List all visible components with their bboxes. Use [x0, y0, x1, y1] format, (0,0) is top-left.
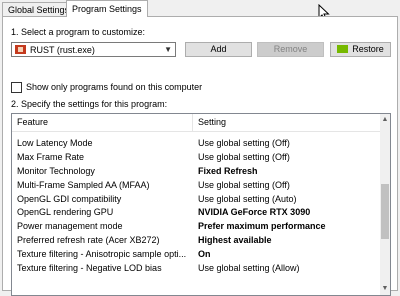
scrollbar-thumb[interactable]: [381, 184, 389, 239]
feature-cell: Multi-Frame Sampled AA (MFAA): [17, 179, 150, 190]
settings-rows: Low Latency Mode Use global setting (Off…: [12, 136, 382, 275]
feature-column-header[interactable]: Feature: [12, 114, 193, 131]
table-row[interactable]: OpenGL GDI compatibility Use global sett…: [12, 192, 382, 206]
table-row[interactable]: OpenGL rendering GPU NVIDIA GeForce RTX …: [12, 205, 382, 219]
show-only-found-checkbox[interactable]: [11, 82, 22, 93]
program-settings-panel: 1. Select a program to customize: RUST (…: [2, 16, 398, 296]
chevron-down-icon[interactable]: ▼: [164, 44, 172, 56]
program-select-value: RUST (rust.exe): [30, 45, 95, 55]
table-row[interactable]: Power management mode Prefer maximum per…: [12, 219, 382, 233]
table-row[interactable]: Texture filtering - Anisotropic sample o…: [12, 247, 382, 261]
feature-cell: Texture filtering - Negative LOD bias: [17, 263, 162, 274]
table-row[interactable]: Max Frame Rate Use global setting (Off): [12, 150, 382, 164]
setting-cell[interactable]: Fixed Refresh: [198, 164, 378, 178]
feature-cell: Monitor Technology: [17, 165, 95, 176]
nvidia-logo-icon: [337, 45, 349, 53]
table-row[interactable]: Preferred refresh rate (Acer XB272) High…: [12, 233, 382, 247]
feature-cell: Power management mode: [17, 221, 123, 232]
grid-header: Feature Setting: [12, 114, 382, 132]
setting-cell[interactable]: Prefer maximum performance: [198, 219, 378, 233]
feature-header-label: Feature: [17, 117, 49, 127]
feature-cell: Max Frame Rate: [17, 151, 85, 162]
setting-cell[interactable]: Use global setting (Allow): [198, 261, 378, 275]
setting-cell[interactable]: Use global setting (Off): [198, 136, 378, 150]
show-only-found-label[interactable]: Show only programs found on this compute…: [26, 82, 202, 92]
tab-global-settings[interactable]: Global Settings: [2, 2, 69, 16]
vertical-scrollbar[interactable]: ▲ ▼: [380, 114, 390, 295]
settings-grid: Feature Setting Low Latency Mode Use glo…: [11, 113, 391, 296]
feature-cell: Preferred refresh rate (Acer XB272): [17, 235, 160, 246]
table-row[interactable]: Low Latency Mode Use global setting (Off…: [12, 136, 382, 150]
program-select[interactable]: RUST (rust.exe) ▼: [11, 42, 176, 57]
setting-cell[interactable]: On: [198, 247, 378, 261]
setting-cell[interactable]: NVIDIA GeForce RTX 3090: [198, 205, 378, 219]
table-row[interactable]: Monitor Technology Fixed Refresh: [12, 164, 382, 178]
setting-column-header[interactable]: Setting: [198, 115, 226, 129]
feature-cell: OpenGL GDI compatibility: [17, 193, 122, 204]
setting-cell[interactable]: Use global setting (Auto): [198, 192, 378, 206]
feature-cell: OpenGL rendering GPU: [17, 207, 114, 218]
scroll-down-icon[interactable]: ▼: [380, 283, 390, 295]
restore-button[interactable]: Restore: [330, 42, 391, 57]
scroll-up-icon[interactable]: ▲: [380, 114, 390, 126]
add-button[interactable]: Add: [185, 42, 252, 57]
setting-cell[interactable]: Highest available: [198, 233, 378, 247]
tab-program-settings[interactable]: Program Settings: [66, 0, 148, 17]
specify-settings-label: 2. Specify the settings for this program…: [11, 99, 168, 109]
setting-cell[interactable]: Use global setting (Off): [198, 178, 378, 192]
setting-cell[interactable]: Use global setting (Off): [198, 150, 378, 164]
remove-button[interactable]: Remove: [257, 42, 324, 57]
table-row[interactable]: Texture filtering - Negative LOD bias Us…: [12, 261, 382, 275]
table-row[interactable]: Multi-Frame Sampled AA (MFAA) Use global…: [12, 178, 382, 192]
restore-button-label: Restore: [352, 44, 384, 54]
select-program-label: 1. Select a program to customize:: [11, 27, 146, 37]
rust-game-icon: [15, 45, 26, 54]
feature-cell: Low Latency Mode: [17, 138, 93, 148]
feature-cell: Texture filtering - Anisotropic sample o…: [17, 249, 187, 260]
tab-strip: Global Settings Program Settings: [0, 0, 400, 17]
